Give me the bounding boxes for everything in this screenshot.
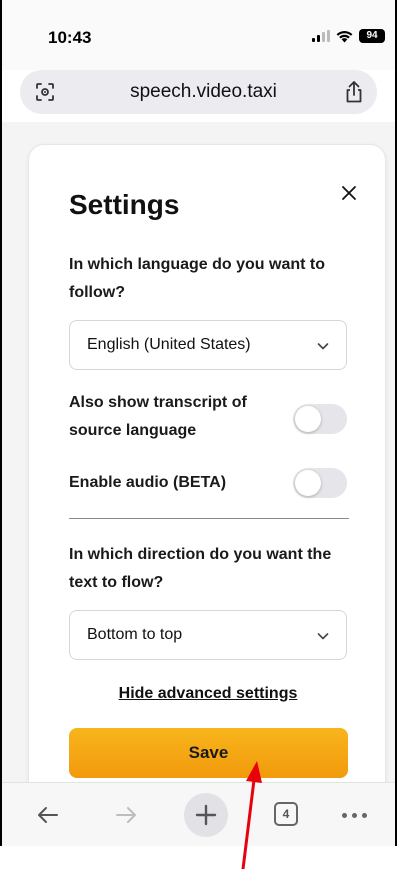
tab-count-button[interactable]: 4 <box>274 802 298 826</box>
hide-advanced-settings-link[interactable]: Hide advanced settings <box>69 685 347 703</box>
close-icon[interactable] <box>337 181 361 205</box>
plus-icon <box>195 804 217 826</box>
direction-select[interactable]: Bottom to top <box>69 610 347 660</box>
more-options-icon[interactable] <box>342 813 367 818</box>
transcript-toggle[interactable] <box>293 404 347 434</box>
audio-toggle-label: Enable audio (BETA) <box>69 474 227 491</box>
dialog-title: Settings <box>69 189 180 220</box>
language-select-value: English (United States) <box>87 336 251 353</box>
direction-select-value: Bottom to top <box>87 626 183 643</box>
toggle-knob <box>295 470 321 496</box>
chevron-down-icon <box>317 633 329 640</box>
phone-screen: 10:43 94 speech.video.taxi Settings In w… <box>0 0 397 869</box>
direction-question-label: In which direction do you want the text … <box>69 546 332 591</box>
forward-arrow-icon[interactable] <box>106 795 146 835</box>
chevron-down-icon <box>317 343 329 350</box>
language-select[interactable]: English (United States) <box>69 320 347 370</box>
language-question-label: In which language do you want to follow? <box>69 256 325 301</box>
back-arrow-icon[interactable] <box>28 795 68 835</box>
divider <box>69 518 349 519</box>
transcript-toggle-label: Also show transcript of source language <box>69 394 247 439</box>
save-button[interactable]: Save <box>69 728 348 778</box>
new-tab-button[interactable] <box>184 793 228 837</box>
audio-toggle[interactable] <box>293 468 347 498</box>
toggle-knob <box>295 406 321 432</box>
browser-toolbar: 4 <box>2 782 395 846</box>
settings-dialog: Settings In which language do you want t… <box>28 144 386 804</box>
